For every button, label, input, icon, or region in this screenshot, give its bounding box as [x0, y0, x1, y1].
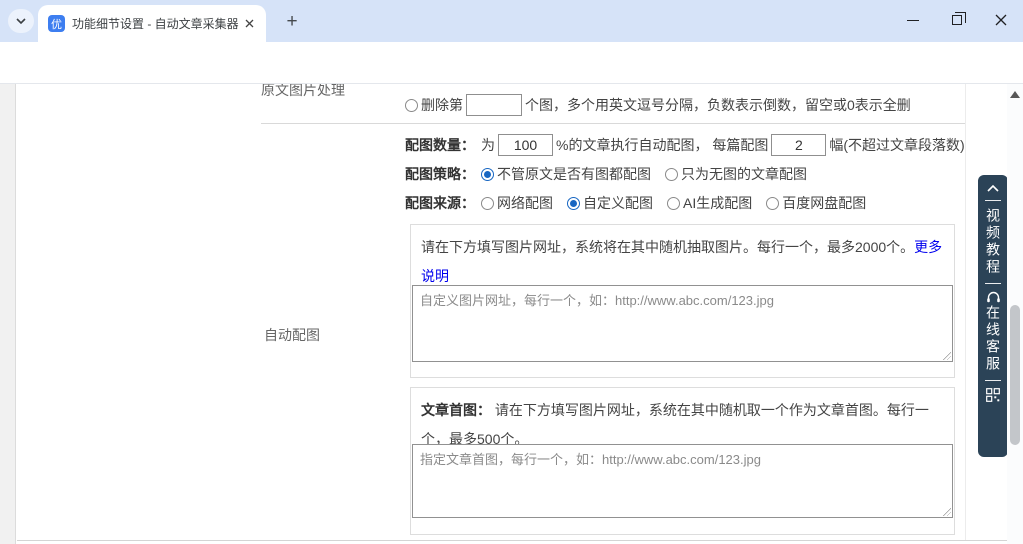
images-per-article-input[interactable]: [771, 134, 826, 156]
strategy-label: 配图策略：: [405, 164, 475, 184]
image-strategy-row: 配图策略： 不管原文是否有图都配图 只为无图的文章配图: [405, 161, 821, 187]
image-quantity-row: 配图数量： 为 %的文章执行自动配图， 每篇配图 幅(不超过文章段落数): [405, 132, 965, 158]
table-right-border: [965, 84, 966, 541]
delete-option-prefix: 删除第: [421, 95, 463, 115]
headset-icon[interactable]: [986, 291, 1001, 305]
qr-code-icon[interactable]: [986, 388, 1000, 402]
radio-always-add-images[interactable]: [481, 168, 494, 181]
tab-search-button[interactable]: [8, 9, 34, 33]
image-source-row: 配图来源： 网络配图 自定义配图 AI生成配图 百度网盘配图: [405, 190, 880, 216]
window-controls: [891, 0, 1023, 40]
percent-input[interactable]: [498, 134, 553, 156]
first-image-label: 文章首图：: [421, 402, 491, 418]
new-tab-button[interactable]: +: [280, 10, 304, 34]
chevron-down-icon: [15, 17, 27, 25]
delete-option-suffix: 个图，多个用英文逗号分隔，负数表示倒数，留空或0表示全删: [525, 95, 911, 115]
source-option-baidu-pan[interactable]: 百度网盘配图: [766, 193, 866, 213]
page-scrollbar[interactable]: [1007, 84, 1023, 544]
window-close-button[interactable]: [979, 0, 1023, 40]
first-image-urls-textarea[interactable]: [412, 444, 953, 518]
close-icon: [995, 14, 1007, 26]
delete-image-index-input[interactable]: [466, 94, 522, 116]
site-favicon: 优: [48, 15, 65, 32]
quantity-label: 配图数量：: [405, 135, 475, 155]
window-minimize-button[interactable]: [891, 0, 935, 40]
first-image-textarea-wrap: [412, 444, 953, 518]
widget-divider: [985, 380, 1001, 381]
browser-tab-bar: 优 功能细节设置 - 自动文章采集器 +: [0, 0, 1023, 42]
minimize-icon: [907, 20, 919, 21]
label-original-image-processing: 原文图片处理: [261, 84, 345, 100]
restore-icon: [952, 15, 962, 25]
radio-baidu-pan-images[interactable]: [766, 197, 779, 210]
widget-divider: [985, 283, 1001, 284]
source-option-ai[interactable]: AI生成配图: [667, 193, 752, 213]
radio-only-no-image-articles[interactable]: [665, 168, 678, 181]
custom-image-textarea-wrap: [412, 285, 953, 362]
tab-title: 功能细节设置 - 自动文章采集器: [72, 15, 240, 32]
bottom-row-divider: [17, 540, 1007, 541]
radio-delete-nth-image[interactable]: [405, 99, 418, 112]
settings-page: 原文图片处理 删除第 个图，多个用英文逗号分隔，负数表示倒数，留空或0表示全删 …: [0, 84, 1023, 544]
source-label: 配图来源：: [405, 193, 475, 213]
source-option-web[interactable]: 网络配图: [481, 193, 553, 213]
quantity-before-text: 为: [481, 135, 495, 155]
custom-image-instruction-text: 请在下方填写图片网址，系统将在其中随机抽取图片。每行一个，最多2000个。: [421, 239, 914, 255]
first-image-url-box: 文章首图： 请在下方填写图片网址，系统在其中随机取一个作为文章首图。每行一个，最…: [410, 387, 955, 535]
scrollbar-up-arrow[interactable]: [1010, 91, 1020, 98]
source-option-label: 网络配图: [497, 193, 553, 213]
window-restore-button[interactable]: [935, 0, 979, 40]
floating-help-widget: 视频教程 在线客服: [978, 175, 1008, 457]
custom-image-instruction: 请在下方填写图片网址，系统将在其中随机抽取图片。每行一个，最多2000个。更多说…: [411, 225, 954, 291]
tab-close-icon[interactable]: [240, 15, 258, 33]
custom-image-url-box: 请在下方填写图片网址，系统将在其中随机抽取图片。每行一个，最多2000个。更多说…: [410, 224, 955, 378]
row-divider: [261, 123, 965, 124]
label-auto-image: 自动配图: [264, 325, 320, 345]
chevron-up-icon[interactable]: [986, 184, 1000, 193]
radio-web-images[interactable]: [481, 197, 494, 210]
source-option-label: AI生成配图: [683, 193, 752, 213]
source-option-label: 自定义配图: [583, 193, 653, 213]
page-left-gutter: [0, 84, 16, 544]
radio-ai-generated-images[interactable]: [667, 197, 680, 210]
strategy-option-only-no-image[interactable]: 只为无图的文章配图: [665, 164, 807, 184]
widget-divider: [985, 200, 1001, 201]
strategy-option-always[interactable]: 不管原文是否有图都配图: [481, 164, 651, 184]
strategy-option-label: 不管原文是否有图都配图: [497, 164, 651, 184]
strategy-option-label: 只为无图的文章配图: [681, 164, 807, 184]
custom-image-urls-textarea[interactable]: [412, 285, 953, 362]
source-option-label: 百度网盘配图: [782, 193, 866, 213]
browser-toolbar: ucaiyun.com/caiji/settings/ ☆ 井: [0, 42, 1023, 84]
video-tutorial-link[interactable]: 视频教程: [985, 208, 1001, 276]
quantity-middle-text: %的文章执行自动配图， 每篇配图: [556, 135, 768, 155]
radio-custom-images[interactable]: [567, 197, 580, 210]
delete-image-option-row: 删除第 个图，多个用英文逗号分隔，负数表示倒数，留空或0表示全删: [405, 92, 911, 118]
browser-tab-active[interactable]: 优 功能细节设置 - 自动文章采集器: [38, 5, 266, 42]
first-image-instruction-text: 请在下方填写图片网址，系统在其中随机取一个作为文章首图。每行一个，最多500个。: [421, 402, 929, 447]
source-option-custom[interactable]: 自定义配图: [567, 193, 653, 213]
quantity-after-text: 幅(不超过文章段落数): [829, 135, 964, 155]
scrollbar-thumb[interactable]: [1010, 305, 1020, 445]
online-service-link[interactable]: 在线客服: [985, 305, 1001, 373]
